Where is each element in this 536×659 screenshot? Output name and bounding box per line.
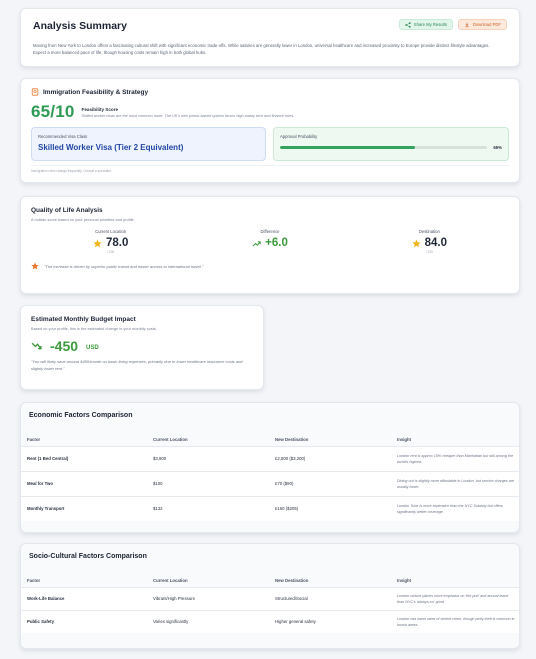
- table-cell: Monthly Transport: [21, 495, 147, 521]
- table-cell: $3,800: [147, 445, 269, 471]
- socio-cultural-factors-card: Socio-Cultural Factors Comparison Factor…: [20, 543, 520, 649]
- difference-label: Difference: [260, 229, 280, 234]
- budget-subtitle: Based on your profile, this is the estim…: [31, 326, 157, 331]
- table-cell: Meal for Two: [21, 470, 147, 496]
- passport-icon: [31, 88, 39, 96]
- difference-value: +6.0: [265, 237, 288, 249]
- socio-title: Socio-Cultural Factors Comparison: [29, 553, 147, 560]
- destination-score-value: 84.0: [424, 237, 448, 249]
- share-icon: [405, 21, 411, 28]
- share-results-button[interactable]: Share My Results: [398, 19, 453, 30]
- immigration-disclaimer: Immigration rules change frequently. Con…: [31, 165, 509, 173]
- column-header: Factor: [27, 577, 41, 583]
- download-pdf-button[interactable]: Download PDF: [457, 19, 507, 30]
- approval-progress-fill: [280, 146, 415, 149]
- table-cell: Work-Life Balance: [21, 586, 147, 610]
- star-icon: [93, 238, 102, 247]
- approval-label: Approval Probability: [280, 134, 318, 139]
- destination-score: Destination 84.0 / 100: [350, 229, 509, 254]
- table-row: Public Safety Varies significantly Highe…: [21, 609, 519, 633]
- table-cell: Structured/Social: [269, 586, 391, 610]
- table-cell: Vibrant/High Pressure: [147, 586, 269, 610]
- table-cell: $132: [147, 495, 269, 521]
- table-row: Meal for Two $100 £70 ($90) Dining out i…: [21, 470, 519, 496]
- visa-label: Recommended Visa Class: [38, 134, 88, 139]
- immigration-heading: Immigration Feasibility & Strategy: [31, 88, 509, 96]
- trending-up-icon: [252, 240, 261, 247]
- table-cell: $100: [147, 470, 269, 496]
- socio-table: Factor Current Location New Destination …: [21, 574, 519, 633]
- table-cell: £2,500 ($3,200): [269, 445, 391, 471]
- difference-score: Difference +6.0: [190, 229, 349, 254]
- download-icon: [465, 22, 469, 27]
- table-cell: Rent (1 Bed Central): [21, 445, 147, 471]
- column-header: Current Location: [153, 436, 188, 442]
- approval-percent: 65%: [493, 145, 502, 150]
- summary-actions: Share My Results Download PDF: [398, 19, 507, 30]
- approval-progress-bar: [280, 146, 488, 149]
- feasibility-score-row: 65/10 Feasibility Score Skilled worker v…: [31, 102, 509, 122]
- column-header: Insight: [397, 577, 412, 583]
- column-header: New Destination: [275, 436, 309, 442]
- column-header: Factor: [27, 436, 41, 442]
- table-cell: Public Safety: [21, 609, 147, 633]
- recommended-visa-box: Recommended Visa Class Skilled Worker Vi…: [31, 127, 266, 161]
- column-header: Insight: [397, 436, 412, 442]
- current-location-label: Current Location: [95, 229, 127, 234]
- destination-score-unit: / 100: [425, 250, 433, 254]
- visa-value: Skilled Worker Visa (Tier 2 Equivalent): [38, 143, 184, 152]
- quality-title: Quality of Life Analysis: [31, 207, 103, 214]
- current-score-value: 78.0: [105, 237, 129, 249]
- share-results-label: Share My Results: [413, 22, 447, 27]
- budget-amount: -450: [50, 338, 79, 354]
- economic-factors-card: Economic Factors Comparison Factor Curre…: [20, 402, 520, 533]
- table-cell: Higher general safety: [269, 609, 391, 633]
- approval-probability-box: Approval Probability 65%: [273, 127, 509, 161]
- column-header: New Destination: [275, 577, 309, 583]
- feasibility-score: 65/10: [31, 102, 75, 121]
- current-score-unit: / 100: [107, 250, 115, 254]
- table-cell: £160 ($205): [269, 495, 391, 521]
- quality-note-text: "The increase is driven by superior publ…: [44, 263, 204, 269]
- table-cell: London culture places more emphasis on '…: [391, 586, 519, 610]
- quality-subtitle: A holistic score based on your personal …: [31, 217, 135, 222]
- economic-table: Factor Current Location New Destination …: [21, 433, 519, 521]
- analysis-summary-card: Analysis Summary Share My Results Downlo…: [20, 8, 520, 67]
- table-row: Monthly Transport $132 £160 ($205) Londo…: [21, 495, 519, 521]
- table-cell: Dining out is slightly more affordable i…: [391, 470, 519, 496]
- table-cell: London rent is approx 15% cheaper than M…: [391, 445, 519, 471]
- budget-note: "You will likely save around $450/month …: [31, 359, 243, 371]
- feasibility-score-label: Feasibility Score: [81, 106, 119, 112]
- table-cell: London has lower rates of violent crime,…: [391, 609, 519, 633]
- sparkle-icon: [31, 262, 39, 270]
- trending-down-icon: [31, 342, 42, 349]
- budget-currency: USD: [86, 345, 99, 351]
- budget-title: Estimated Monthly Budget Impact: [31, 316, 136, 323]
- destination-label: Destination: [418, 229, 440, 234]
- table-row: Work-Life Balance Vibrant/High Pressure …: [21, 586, 519, 610]
- budget-impact-card: Estimated Monthly Budget Impact Based on…: [20, 305, 264, 390]
- star-icon: [411, 238, 421, 247]
- quality-of-life-card: Quality of Life Analysis A holistic scor…: [20, 196, 520, 294]
- current-location-score: Current Location 78.0 / 100: [31, 229, 190, 254]
- immigration-card: Immigration Feasibility & Strategy 65/10…: [20, 78, 520, 183]
- summary-text: Moving from New York to London offers a …: [33, 43, 490, 55]
- immigration-title: Immigration Feasibility & Strategy: [43, 88, 149, 96]
- table-cell: London Tube is more expensive than the N…: [391, 495, 519, 521]
- download-pdf-label: Download PDF: [472, 22, 501, 27]
- table-cell: £70 ($90): [269, 470, 391, 496]
- column-header: Current Location: [153, 577, 188, 583]
- economic-title: Economic Factors Comparison: [29, 412, 133, 419]
- quality-note: "The increase is driven by superior publ…: [31, 262, 509, 270]
- table-row: Rent (1 Bed Central) $3,800 £2,500 ($3,2…: [21, 445, 519, 471]
- feasibility-score-desc: Skilled worker visas are the most common…: [81, 113, 295, 118]
- table-cell: Varies significantly: [147, 609, 269, 633]
